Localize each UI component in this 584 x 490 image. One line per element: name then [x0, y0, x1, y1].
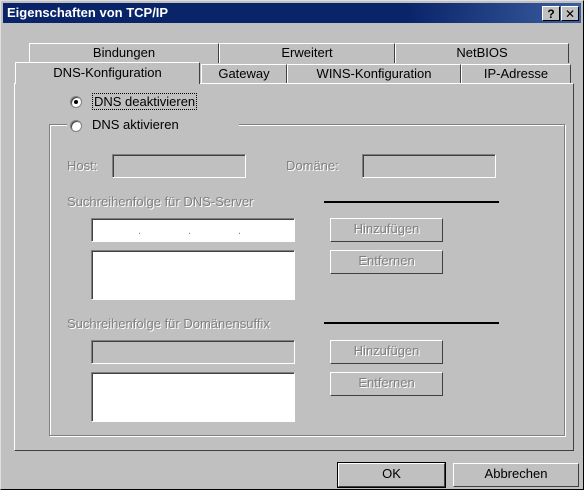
dns-server-remove-button[interactable]: Entfernen	[330, 250, 443, 274]
title-bar: Eigenschaften von TCP/IP ? ✕	[3, 3, 581, 23]
suffix-separator	[324, 322, 499, 324]
host-label: Host:	[67, 158, 98, 173]
dns-server-order-label: Suchreihenfolge für DNS-Server	[67, 194, 254, 209]
dns-server-add-button[interactable]: Hinzufügen	[330, 218, 443, 242]
tab-wins-konfiguration[interactable]: WINS-Konfiguration	[287, 64, 461, 84]
tab-dns-konfiguration[interactable]: DNS-Konfiguration	[15, 62, 200, 84]
dns-server-ip-input[interactable]: . . .	[91, 218, 295, 242]
dns-disable-radio[interactable]	[70, 96, 82, 108]
suffix-order-label: Suchreihenfolge für Domänensuffix	[67, 316, 270, 331]
help-button[interactable]: ?	[542, 6, 560, 21]
cancel-button[interactable]: Abbrechen	[453, 463, 579, 487]
dns-disable-label: DNS deaktivieren	[92, 93, 198, 110]
tab-netbios[interactable]: NetBIOS	[395, 43, 569, 63]
tcpip-properties-window: Eigenschaften von TCP/IP ? ✕ Bindungen E…	[0, 0, 584, 490]
suffix-add-button[interactable]: Hinzufügen	[330, 340, 443, 364]
ok-button[interactable]: OK	[337, 462, 446, 488]
suffix-input[interactable]	[91, 340, 295, 364]
window-title: Eigenschaften von TCP/IP	[7, 5, 169, 20]
tab-ip-adresse[interactable]: IP-Adresse	[461, 64, 571, 84]
dns-server-list[interactable]	[91, 250, 295, 300]
dns-enable-radio[interactable]	[70, 120, 82, 132]
dns-config-panel: DNS deaktivieren DNS aktivieren Host: Do…	[14, 83, 574, 451]
host-input[interactable]	[112, 154, 246, 178]
suffix-remove-button[interactable]: Entfernen	[330, 372, 443, 396]
dns-enable-label: DNS aktivieren	[92, 117, 179, 132]
tab-gateway[interactable]: Gateway	[201, 64, 287, 84]
tab-erweitert[interactable]: Erweitert	[219, 43, 395, 63]
domain-label: Domäne:	[286, 158, 339, 173]
tab-bindungen[interactable]: Bindungen	[29, 43, 219, 63]
dns-server-separator	[324, 201, 499, 203]
close-button[interactable]: ✕	[561, 6, 579, 21]
suffix-list[interactable]	[91, 372, 295, 422]
domain-input[interactable]	[362, 154, 496, 178]
